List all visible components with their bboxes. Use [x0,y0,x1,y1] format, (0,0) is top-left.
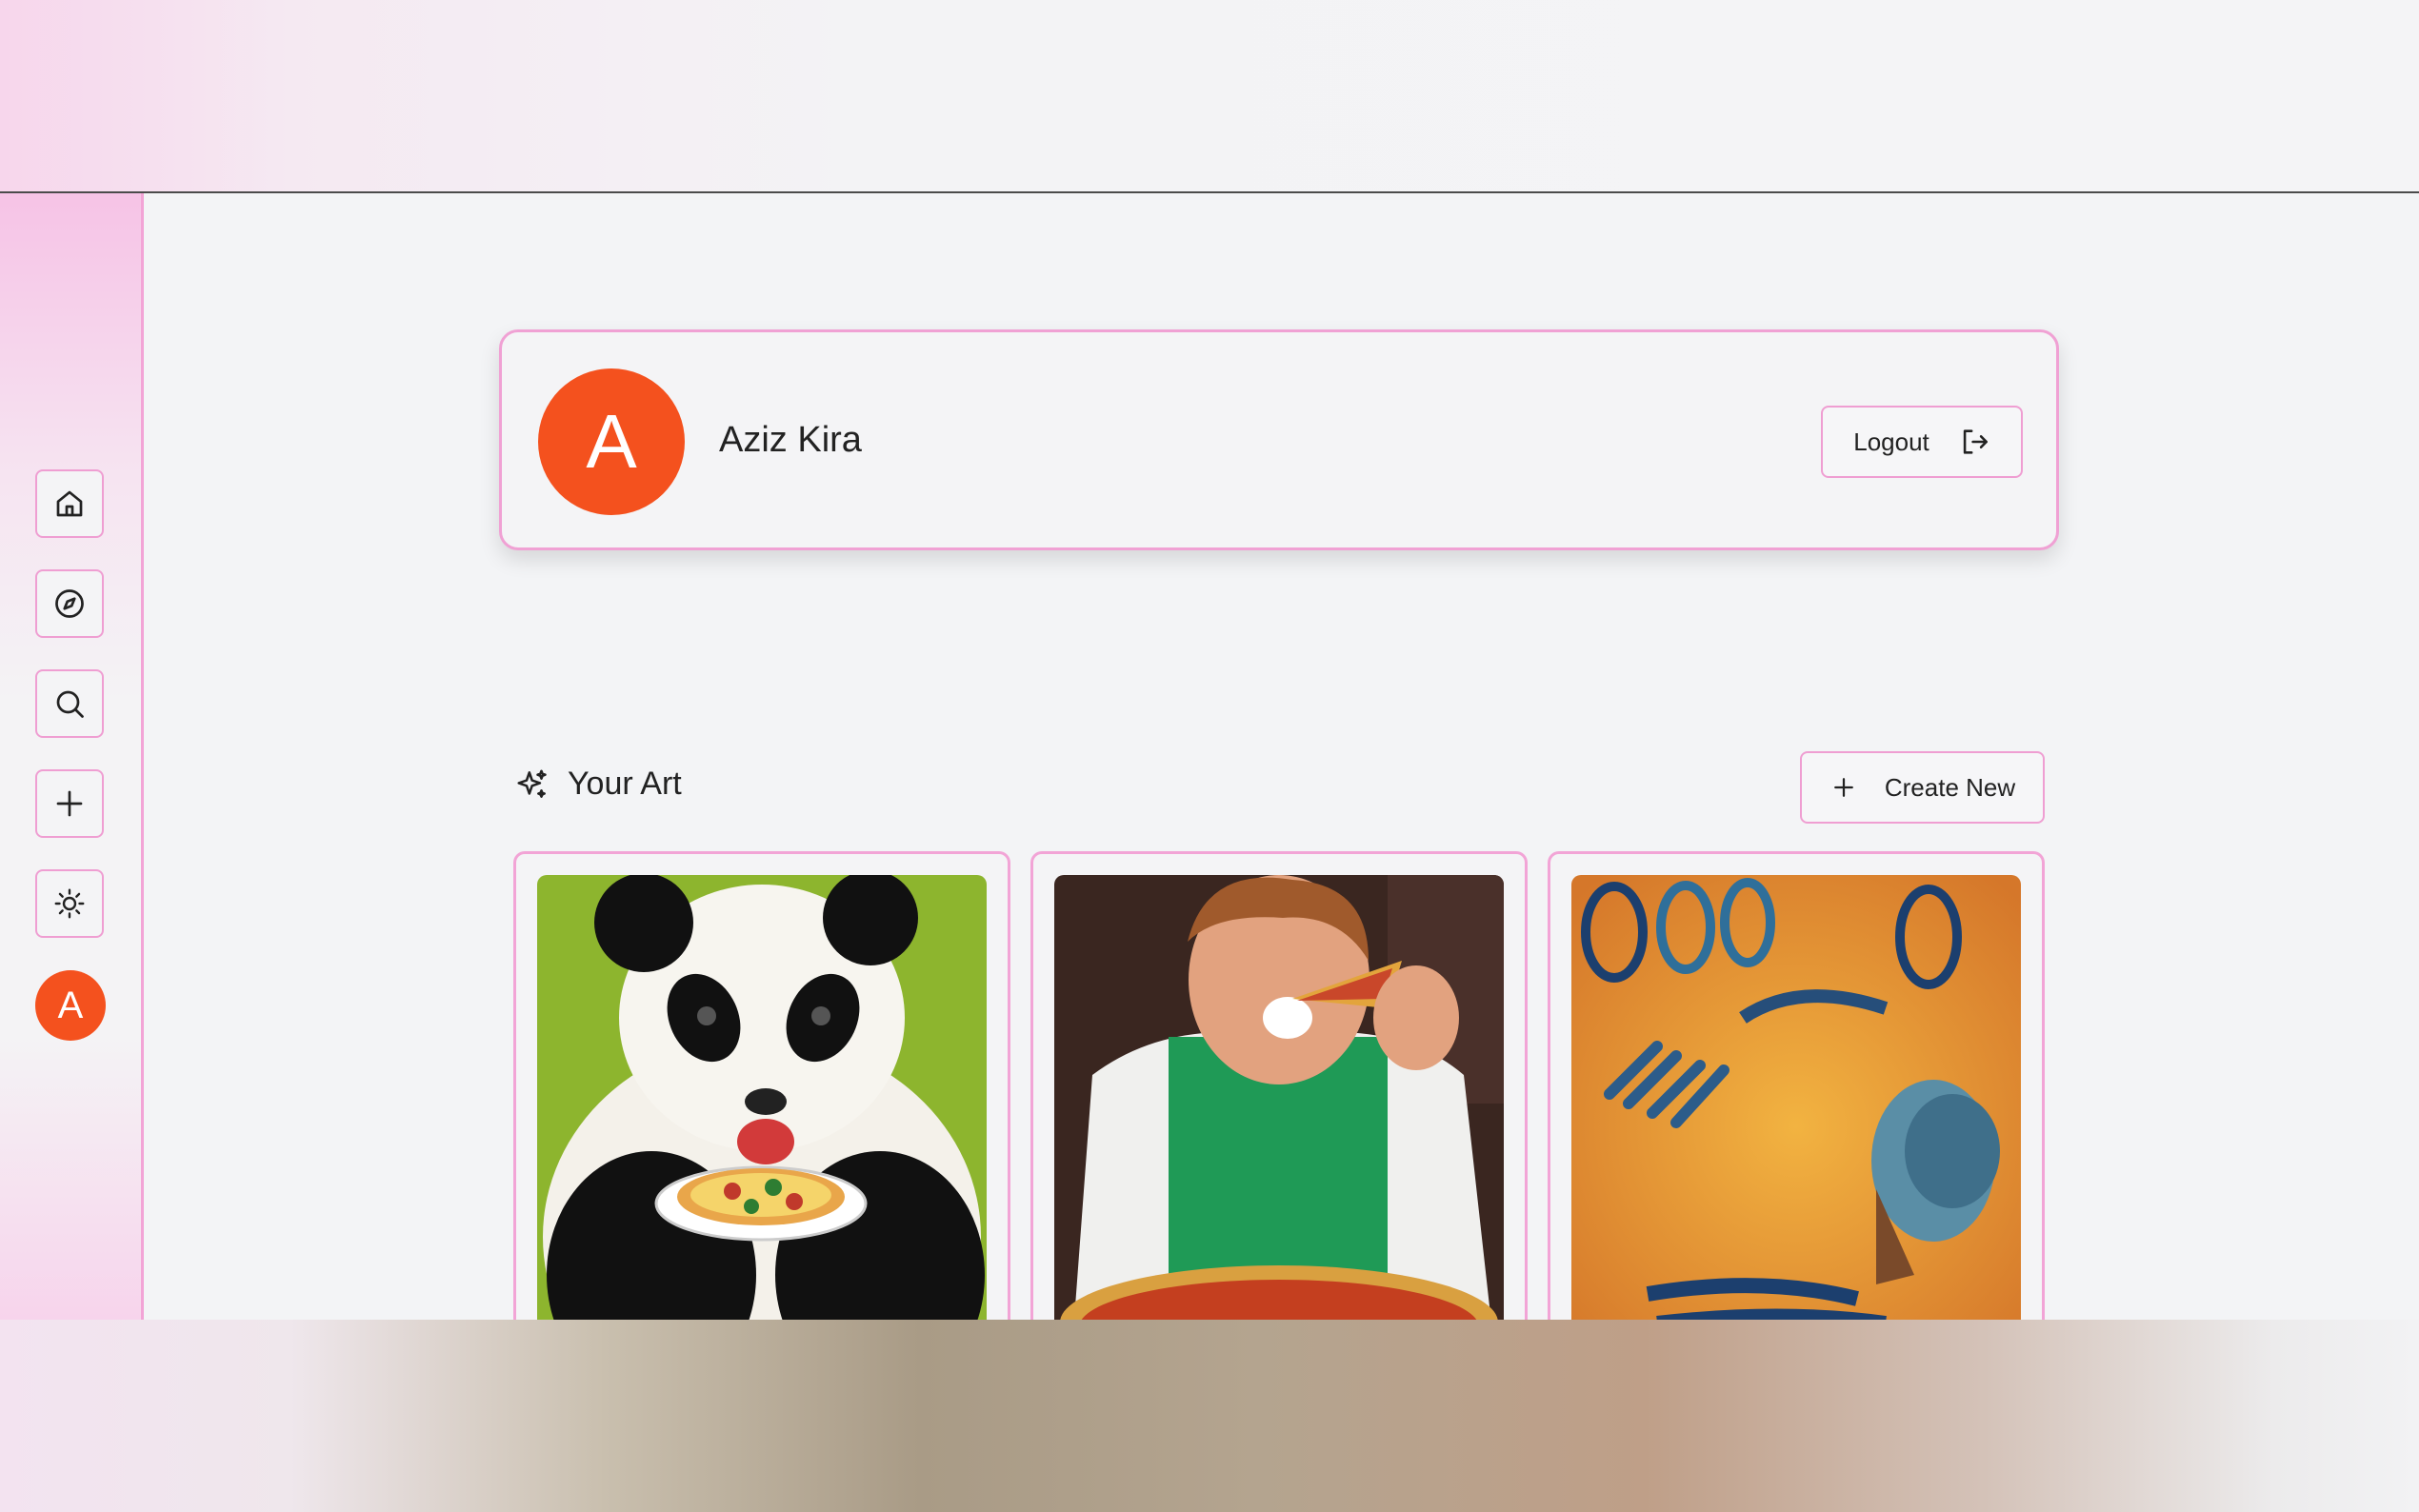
logout-icon [1963,429,1988,454]
home-icon [56,490,83,517]
search-button[interactable] [35,669,104,738]
gallery-header: Your Art [514,766,682,803]
sparkles-icon [517,768,547,798]
explore-button[interactable] [35,569,104,638]
art-image-abstract[interactable] [1571,875,2021,1332]
theme-toggle-button[interactable] [35,869,104,938]
gallery-title: Your Art [568,766,682,802]
sun-icon [54,888,85,919]
create-button[interactable] [35,769,104,838]
art-card[interactable] [1548,851,2045,1346]
search-icon [56,690,84,718]
bottom-overlay [0,1320,2419,1512]
profile-avatar: A [538,368,685,515]
plus-icon [56,790,83,817]
create-new-label: Create New [1884,772,2016,802]
browser-top-area [0,0,2419,193]
logout-button[interactable]: Logout [1821,406,2023,478]
profile-card: A Aziz Kira Logout [499,329,2059,550]
compass-icon [55,589,84,618]
home-button[interactable] [35,469,104,538]
plus-icon [1833,778,1853,797]
art-image-man-pizza[interactable] [1054,875,1504,1332]
logout-label: Logout [1853,427,1929,456]
art-card[interactable] [513,851,1010,1346]
create-new-button[interactable]: Create New [1800,751,2045,824]
sidebar: A [0,193,144,1320]
profile-name: Aziz Kira [719,420,862,460]
sidebar-avatar[interactable]: A [35,970,106,1041]
art-image-panda[interactable] [537,875,987,1332]
art-card[interactable] [1030,851,1528,1346]
